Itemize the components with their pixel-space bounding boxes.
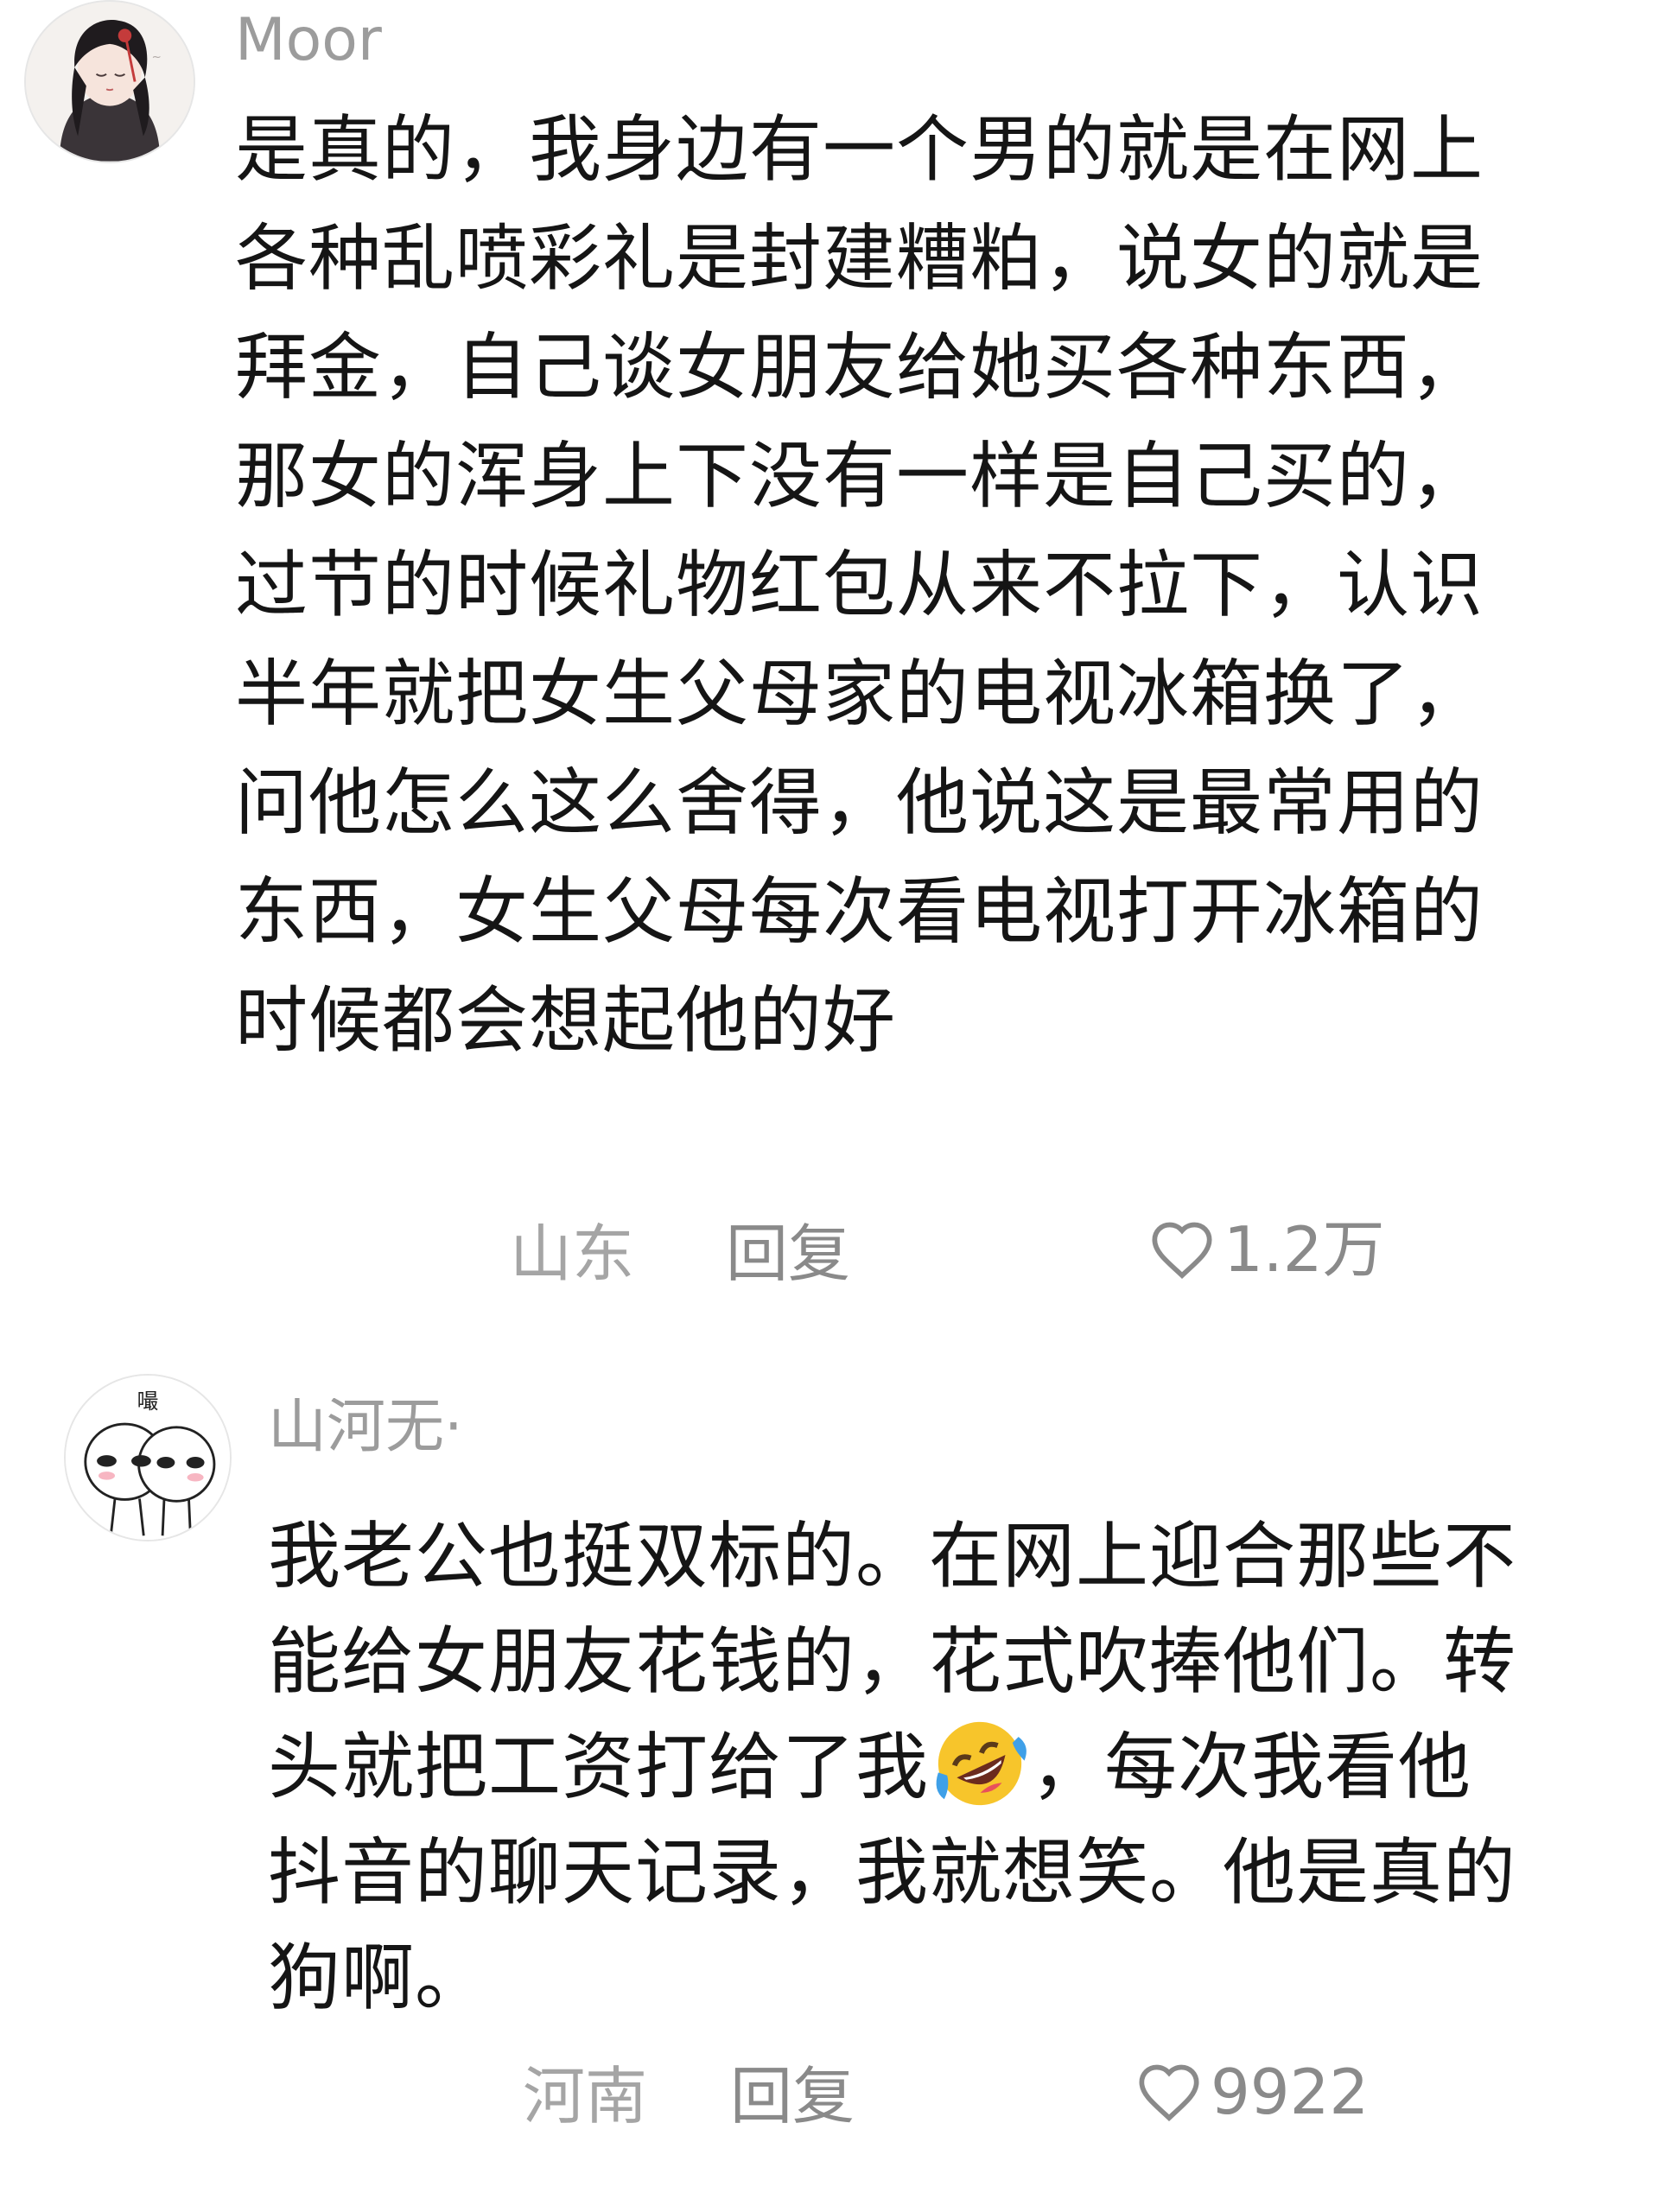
cartoon-faces-avatar-icon: 嘬 <box>66 1376 230 1540</box>
rolling-on-floor-laughing-emoji-icon <box>936 1721 1027 1806</box>
comment-item: ~ Moor 是真的，我身边有一个男的就是在网上各种乱喷彩礼是封建糟粕，说女的就… <box>0 0 1659 1331</box>
like-button[interactable]: 9922 <box>1136 2061 1369 2123</box>
reply-button[interactable]: 回复 <box>726 1223 850 1285</box>
username[interactable]: Moor <box>235 11 425 70</box>
user-avatar[interactable]: ~ <box>24 0 195 163</box>
ip-region: 河南 <box>523 2060 648 2133</box>
comment-text: 我老公也挺双标的。在网上迎合那些不能给女朋友花钱的，花式吹捧他们。转头就把工资打… <box>268 1503 1538 2031</box>
comment-item: 嘬 山河无· 我老公也挺双标的。在网上迎合那些不能给女朋友花钱的，花式吹捧他们。… <box>0 1374 1659 2203</box>
avatar-caption: 嘬 <box>137 1389 159 1414</box>
heart-icon <box>1139 2064 1199 2121</box>
user-avatar[interactable]: 嘬 <box>64 1374 232 1541</box>
reply-button[interactable]: 回复 <box>730 2065 855 2127</box>
anime-girl-avatar-icon: ~ <box>26 2 194 162</box>
svg-text:~: ~ <box>151 50 161 64</box>
like-button[interactable]: 1.2万 <box>1149 1218 1385 1281</box>
like-count: 1.2万 <box>1224 1213 1385 1286</box>
heart-icon <box>1152 1222 1212 1279</box>
ip-region: 山东 <box>510 1217 635 1290</box>
username[interactable]: 山河无· <box>268 1398 493 1457</box>
like-count: 9922 <box>1211 2056 1370 2128</box>
comment-text: 是真的，我身边有一个男的就是在网上各种乱喷彩礼是封建糟粕，说女的就是拜金，自己谈… <box>235 107 1484 1063</box>
